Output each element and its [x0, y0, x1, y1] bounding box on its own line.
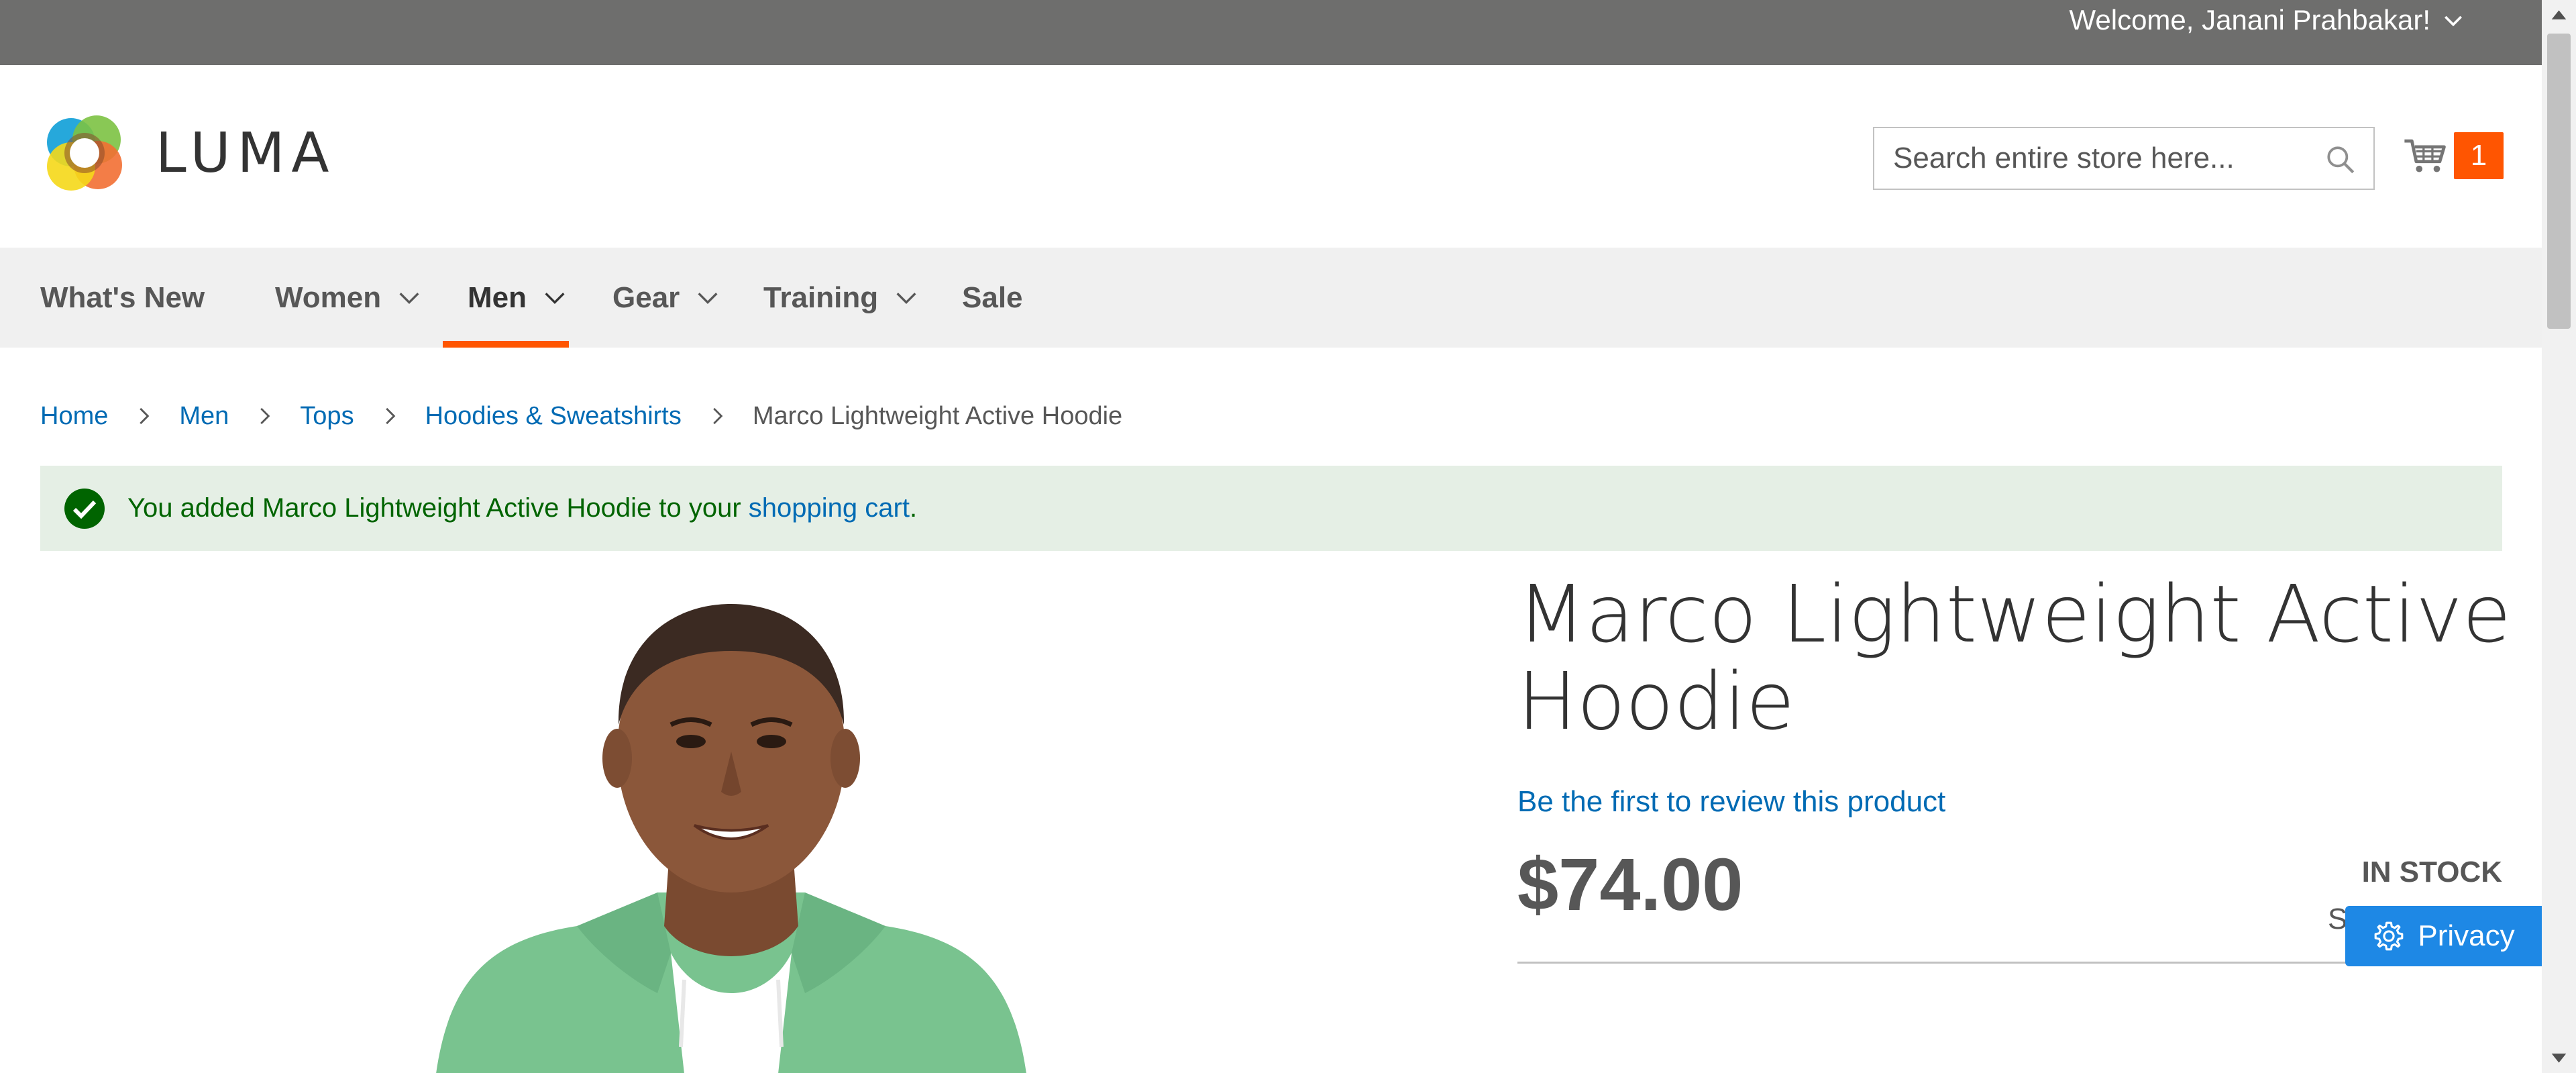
page-viewport: Welcome, Janani Prahbakar! LUMA Search e…: [0, 0, 2542, 1073]
privacy-button[interactable]: Privacy: [2345, 906, 2542, 966]
nav-item-gear[interactable]: Gear: [612, 248, 721, 348]
product-title: Marco Lightweight Active Hoodie: [1517, 568, 2512, 748]
privacy-label[interactable]: Privacy: [2418, 919, 2514, 953]
customer-menu[interactable]: Welcome, Janani Prahbakar!: [2070, 0, 2467, 40]
nav-item-label[interactable]: What's New: [40, 281, 205, 315]
minicart[interactable]: 1: [2402, 132, 2504, 179]
nav-item-whats-new[interactable]: What's New: [40, 248, 205, 348]
chevron-right-icon: [140, 407, 150, 425]
message-text-before: You added Marco Lightweight Active Hoodi…: [127, 493, 749, 523]
cart-icon[interactable]: [2402, 132, 2449, 179]
chevron-right-icon: [713, 407, 723, 425]
search-box[interactable]: [1873, 127, 2375, 190]
search-icon[interactable]: [2324, 143, 2357, 176]
message-text-after: .: [909, 493, 918, 523]
luma-logo-icon[interactable]: [40, 109, 129, 197]
nav-item-label[interactable]: Gear: [612, 281, 680, 315]
check-circle-icon: [64, 488, 105, 529]
shopping-cart-link[interactable]: shopping cart: [749, 493, 910, 523]
breadcrumb-men[interactable]: Men: [179, 402, 229, 431]
chevron-right-icon: [385, 407, 395, 425]
vertical-scrollbar[interactable]: [2542, 0, 2576, 1073]
chevron-down-icon[interactable]: [694, 285, 721, 311]
breadcrumb-home[interactable]: Home: [40, 402, 108, 431]
message-text: You added Marco Lightweight Active Hoodi…: [127, 493, 917, 523]
logo-text[interactable]: LUMA: [156, 121, 335, 185]
nav-item-label[interactable]: Training: [763, 281, 878, 315]
chevron-down-icon[interactable]: [893, 285, 920, 311]
nav-item-label[interactable]: Sale: [962, 281, 1023, 315]
welcome-text[interactable]: Welcome, Janani Prahbakar!: [2070, 0, 2431, 40]
nav-item-men[interactable]: Men: [468, 248, 568, 348]
nav-item-label[interactable]: Women: [275, 281, 381, 315]
stock-status: In stock: [2361, 856, 2502, 888]
nav-item-training[interactable]: Training: [763, 248, 920, 348]
nav-active-underline: [443, 341, 569, 348]
top-panel: Welcome, Janani Prahbakar!: [0, 0, 2542, 65]
product-price: $74.00: [1517, 844, 1743, 926]
scroll-up-arrow-icon[interactable]: [2550, 7, 2568, 25]
sku-label: S: [2328, 903, 2348, 935]
chevron-down-icon[interactable]: [2440, 7, 2467, 34]
search-input[interactable]: [1874, 128, 2373, 189]
store-logo[interactable]: LUMA: [40, 109, 335, 197]
divider: [1517, 962, 2368, 964]
product-photo[interactable]: [376, 577, 1087, 1073]
main-navigation: What's New Women Men Gear Training Sale: [0, 248, 2542, 348]
chevron-down-icon[interactable]: [396, 285, 423, 311]
nav-item-sale[interactable]: Sale: [962, 248, 1023, 348]
breadcrumb-hoodies[interactable]: Hoodies & Sweatshirts: [425, 402, 682, 431]
breadcrumb-tops[interactable]: Tops: [300, 402, 354, 431]
breadcrumb: Home Men Tops Hoodies & Sweatshirts Marc…: [40, 396, 1122, 436]
nav-item-label[interactable]: Men: [468, 281, 527, 315]
scroll-down-arrow-icon[interactable]: [2550, 1048, 2568, 1066]
product-image[interactable]: [376, 577, 1087, 1073]
header: LUMA 1: [0, 65, 2542, 248]
success-message: You added Marco Lightweight Active Hoodi…: [40, 466, 2502, 551]
gear-icon[interactable]: [2372, 919, 2406, 953]
cart-count-badge[interactable]: 1: [2454, 132, 2504, 179]
chevron-right-icon: [260, 407, 270, 425]
scrollbar-thumb[interactable]: [2547, 34, 2571, 329]
chevron-down-icon[interactable]: [541, 285, 568, 311]
review-link[interactable]: Be the first to review this product: [1517, 785, 1945, 819]
breadcrumb-current: Marco Lightweight Active Hoodie: [752, 401, 1123, 430]
nav-item-women[interactable]: Women: [275, 248, 423, 348]
